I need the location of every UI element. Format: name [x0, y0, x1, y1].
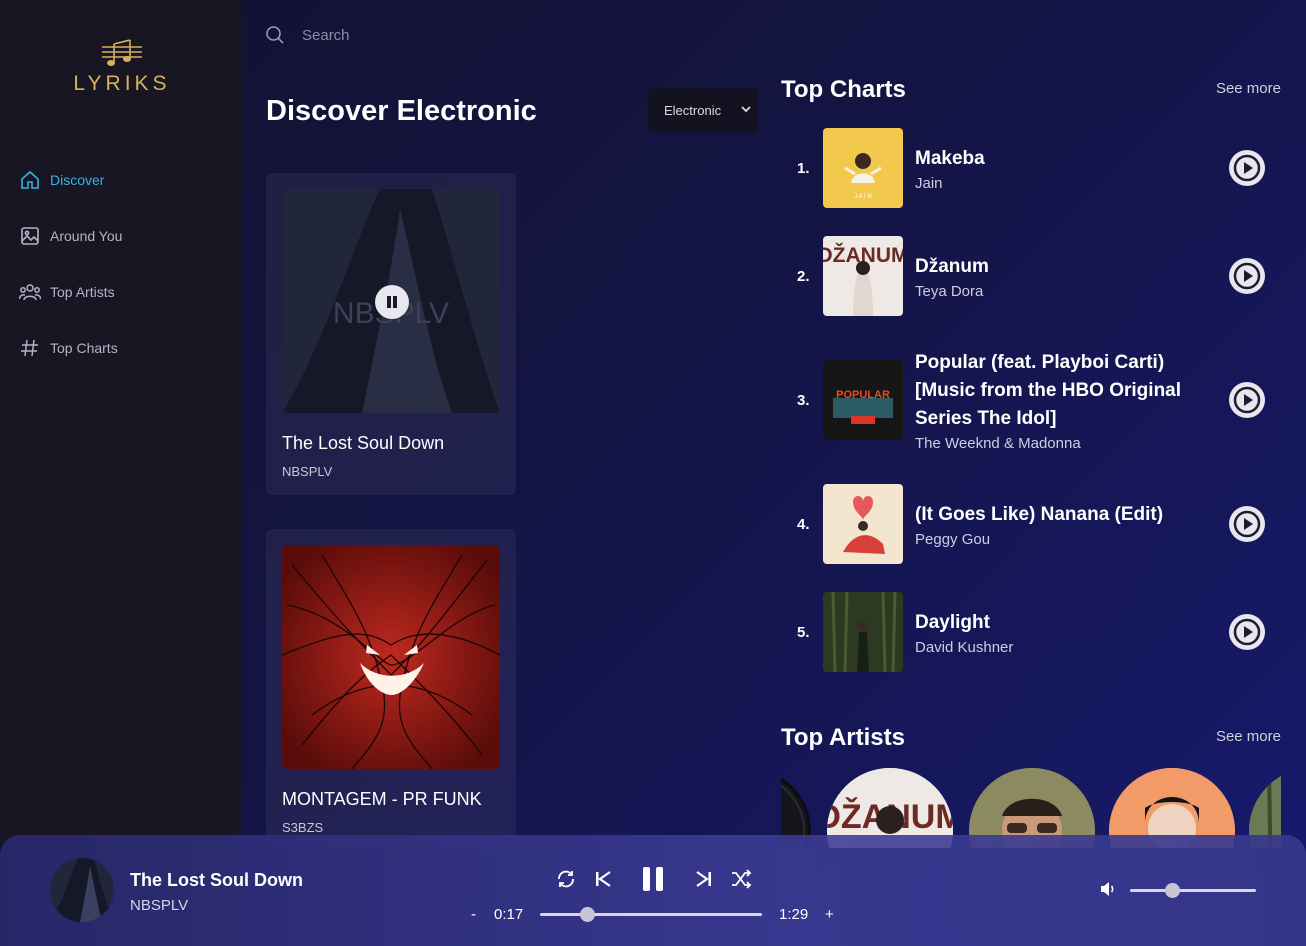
- top-charts-title: Top Charts: [781, 76, 906, 103]
- chart-row[interactable]: 1. J A I N Makeba Jain: [797, 128, 1277, 208]
- song-card[interactable]: MONTAGEM - PR FUNK S3BZS: [266, 529, 516, 849]
- chart-song-artist[interactable]: Peggy Gou: [915, 531, 1215, 548]
- music-player: The Lost Soul Down NBSPLV - 0:17 1:29 +: [0, 835, 1306, 946]
- pause-button[interactable]: [636, 865, 670, 893]
- play-icon: [1233, 386, 1261, 414]
- top-artists-title: Top Artists: [781, 724, 905, 751]
- chart-song-artist[interactable]: Jain: [915, 175, 1215, 192]
- play-button[interactable]: [1229, 382, 1265, 418]
- song-artist[interactable]: S3BZS: [282, 820, 500, 835]
- shuffle-button[interactable]: [728, 865, 754, 893]
- cover-text: J A I N: [854, 194, 871, 200]
- music-notes-icon: [102, 39, 142, 66]
- play-icon: [1233, 262, 1261, 290]
- chart-cover[interactable]: [823, 592, 903, 672]
- image-icon: [18, 224, 42, 248]
- duration: 1:29: [779, 906, 809, 923]
- sidebar: LYRIKS Discover Around You Top Artists T…: [0, 0, 242, 946]
- genre-select[interactable]: Electronic: [648, 88, 758, 132]
- top-artists-see-more-link[interactable]: See more: [1216, 728, 1281, 745]
- pause-icon: [643, 867, 663, 891]
- play-button[interactable]: [1229, 614, 1265, 650]
- song-card-artwork[interactable]: NBSPLV: [282, 189, 500, 413]
- repeat-button[interactable]: [554, 865, 578, 893]
- sidebar-item-top-charts[interactable]: Top Charts: [18, 336, 122, 360]
- repeat-icon: [558, 870, 574, 888]
- chart-cover[interactable]: [823, 484, 903, 564]
- pause-button[interactable]: [375, 285, 409, 319]
- chart-song-title[interactable]: Popular (feat. Playboi Carti) [Music fro…: [915, 349, 1215, 433]
- cover-text: POPULAR: [836, 389, 890, 401]
- skip-forward-icon: [696, 871, 711, 887]
- volume-button[interactable]: [1098, 879, 1118, 899]
- pause-icon: [387, 296, 397, 308]
- sidebar-item-around-you[interactable]: Around You: [18, 224, 122, 248]
- users-icon: [18, 280, 42, 304]
- song-card-artwork[interactable]: [282, 545, 500, 769]
- now-playing-artist[interactable]: NBSPLV: [130, 897, 188, 914]
- sidebar-item-label: Around You: [50, 228, 123, 244]
- play-icon: [1233, 510, 1261, 538]
- page-title: Discover Electronic: [266, 95, 537, 127]
- song-title[interactable]: MONTAGEM - PR FUNK: [282, 789, 500, 810]
- play-icon: [1233, 154, 1261, 182]
- sidebar-item-label: Discover: [50, 172, 105, 188]
- chart-row[interactable]: 4. (It Goes Like) Nanana (Edit) Peggy Go…: [797, 484, 1277, 564]
- seek-slider-handle[interactable]: [579, 907, 595, 922]
- chart-cover[interactable]: DŽANUM: [823, 236, 903, 316]
- chevron-down-icon: [741, 106, 751, 113]
- next-button[interactable]: [692, 865, 716, 893]
- logo-text: LYRIKS: [73, 72, 171, 95]
- skip-back-icon: [596, 871, 611, 887]
- sidebar-item-label: Top Artists: [50, 284, 115, 300]
- volume-icon: [1101, 882, 1114, 896]
- shuffle-icon: [732, 869, 752, 889]
- volume-slider-handle[interactable]: [1164, 883, 1180, 898]
- sidebar-item-label: Top Charts: [50, 340, 118, 356]
- now-playing-title[interactable]: The Lost Soul Down: [130, 870, 303, 891]
- song-artist[interactable]: NBSPLV: [282, 464, 500, 479]
- chart-rank: 3.: [797, 391, 810, 409]
- song-title[interactable]: The Lost Soul Down: [282, 433, 500, 454]
- chart-rank: 1.: [797, 159, 810, 177]
- play-button[interactable]: [1229, 258, 1265, 294]
- chart-song-title[interactable]: Džanum: [915, 253, 1215, 281]
- hashtag-icon: [18, 336, 42, 360]
- volume-slider[interactable]: [1130, 883, 1256, 898]
- now-playing-artwork[interactable]: [50, 858, 114, 922]
- song-card[interactable]: NBSPLV The Lost Soul Down NBSPLV: [266, 173, 516, 495]
- sidebar-item-discover[interactable]: Discover: [18, 168, 122, 192]
- chart-row[interactable]: 3. POPULAR Popular (feat. Playboi Carti)…: [797, 344, 1277, 456]
- chart-song-artist[interactable]: David Kushner: [915, 639, 1215, 656]
- search-input[interactable]: [302, 26, 602, 44]
- chart-cover[interactable]: J A I N: [823, 128, 903, 208]
- seek-plus[interactable]: +: [825, 906, 834, 923]
- search-icon: [266, 26, 284, 44]
- home-icon: [18, 168, 42, 192]
- previous-button[interactable]: [591, 865, 615, 893]
- chart-rank: 5.: [797, 623, 810, 641]
- play-button[interactable]: [1229, 506, 1265, 542]
- chart-row[interactable]: 5. Daylight David Kushner: [797, 592, 1277, 672]
- chart-rank: 4.: [797, 515, 810, 533]
- play-button[interactable]: [1229, 150, 1265, 186]
- chart-song-title[interactable]: Makeba: [915, 145, 1215, 173]
- play-icon: [1233, 618, 1261, 646]
- chart-song-title[interactable]: Daylight: [915, 609, 1215, 637]
- chart-rank: 2.: [797, 267, 810, 285]
- top-charts-see-more-link[interactable]: See more: [1216, 80, 1281, 97]
- current-time: 0:17: [494, 906, 524, 923]
- genre-select-value: Electronic: [664, 102, 722, 118]
- chart-song-title[interactable]: (It Goes Like) Nanana (Edit): [915, 501, 1215, 529]
- logo[interactable]: LYRIKS: [70, 38, 174, 96]
- sidebar-item-top-artists[interactable]: Top Artists: [18, 280, 122, 304]
- chart-cover[interactable]: POPULAR: [823, 360, 903, 440]
- seek-minus[interactable]: -: [471, 906, 476, 923]
- chart-song-artist[interactable]: The Weeknd & Madonna: [915, 435, 1215, 452]
- sidebar-nav: Discover Around You Top Artists Top Char…: [18, 168, 122, 392]
- search-bar: [264, 24, 602, 46]
- chart-song-artist[interactable]: Teya Dora: [915, 283, 1215, 300]
- chart-row[interactable]: 2. DŽANUM Džanum Teya Dora: [797, 236, 1277, 316]
- seek-slider[interactable]: [540, 907, 762, 922]
